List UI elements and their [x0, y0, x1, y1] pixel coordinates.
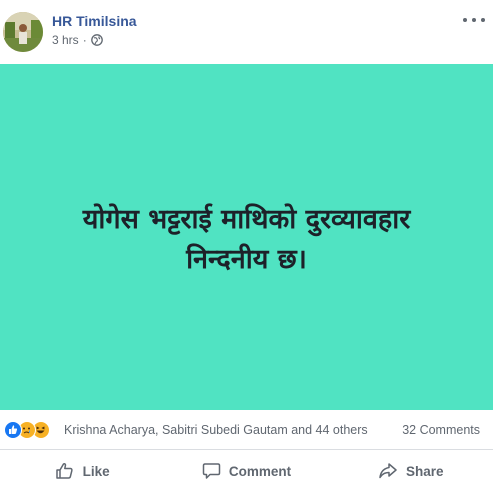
like-label: Like — [82, 463, 110, 479]
post-text-line-1: योगेस भट्टराई माथिको दुरव्यावहार — [82, 204, 411, 235]
reactions-bar: Krishna Acharya, Sabitri Subedi Gautam a… — [0, 410, 493, 450]
share-icon — [379, 463, 397, 479]
like-icon — [55, 463, 73, 479]
like-button[interactable]: Like — [0, 451, 164, 491]
reaction-icons[interactable] — [4, 421, 60, 439]
post-text-line-2: निन्दनीय छ। — [186, 244, 307, 275]
post-content: योगेस भट्टराई माथिको दुरव्यावहार निन्दनी… — [0, 64, 493, 410]
author-name[interactable]: HR Timilsina — [52, 13, 137, 29]
post-meta: 3 hrs · — [52, 33, 103, 47]
meta-separator: · — [82, 33, 87, 47]
comment-icon — [202, 463, 221, 479]
globe-icon[interactable] — [90, 34, 103, 46]
comment-button[interactable]: Comment — [164, 451, 328, 491]
reactors-summary[interactable]: Krishna Acharya, Sabitri Subedi Gautam a… — [64, 423, 368, 437]
like-reaction-icon — [4, 421, 22, 439]
comments-count[interactable]: 32 Comments — [402, 423, 480, 437]
post-time[interactable]: 3 hrs — [52, 33, 79, 47]
share-button[interactable]: Share — [329, 451, 493, 491]
share-label: Share — [406, 463, 444, 479]
comment-label: Comment — [228, 463, 292, 479]
more-options-icon[interactable] — [463, 12, 485, 28]
post-actions: Like Comment Share — [0, 451, 493, 491]
avatar[interactable] — [3, 12, 43, 52]
post-text: योगेस भट्टराई माथिको दुरव्यावहार निन्दनी… — [32, 200, 462, 280]
post-header: HR Timilsina 3 hrs · — [0, 0, 493, 64]
